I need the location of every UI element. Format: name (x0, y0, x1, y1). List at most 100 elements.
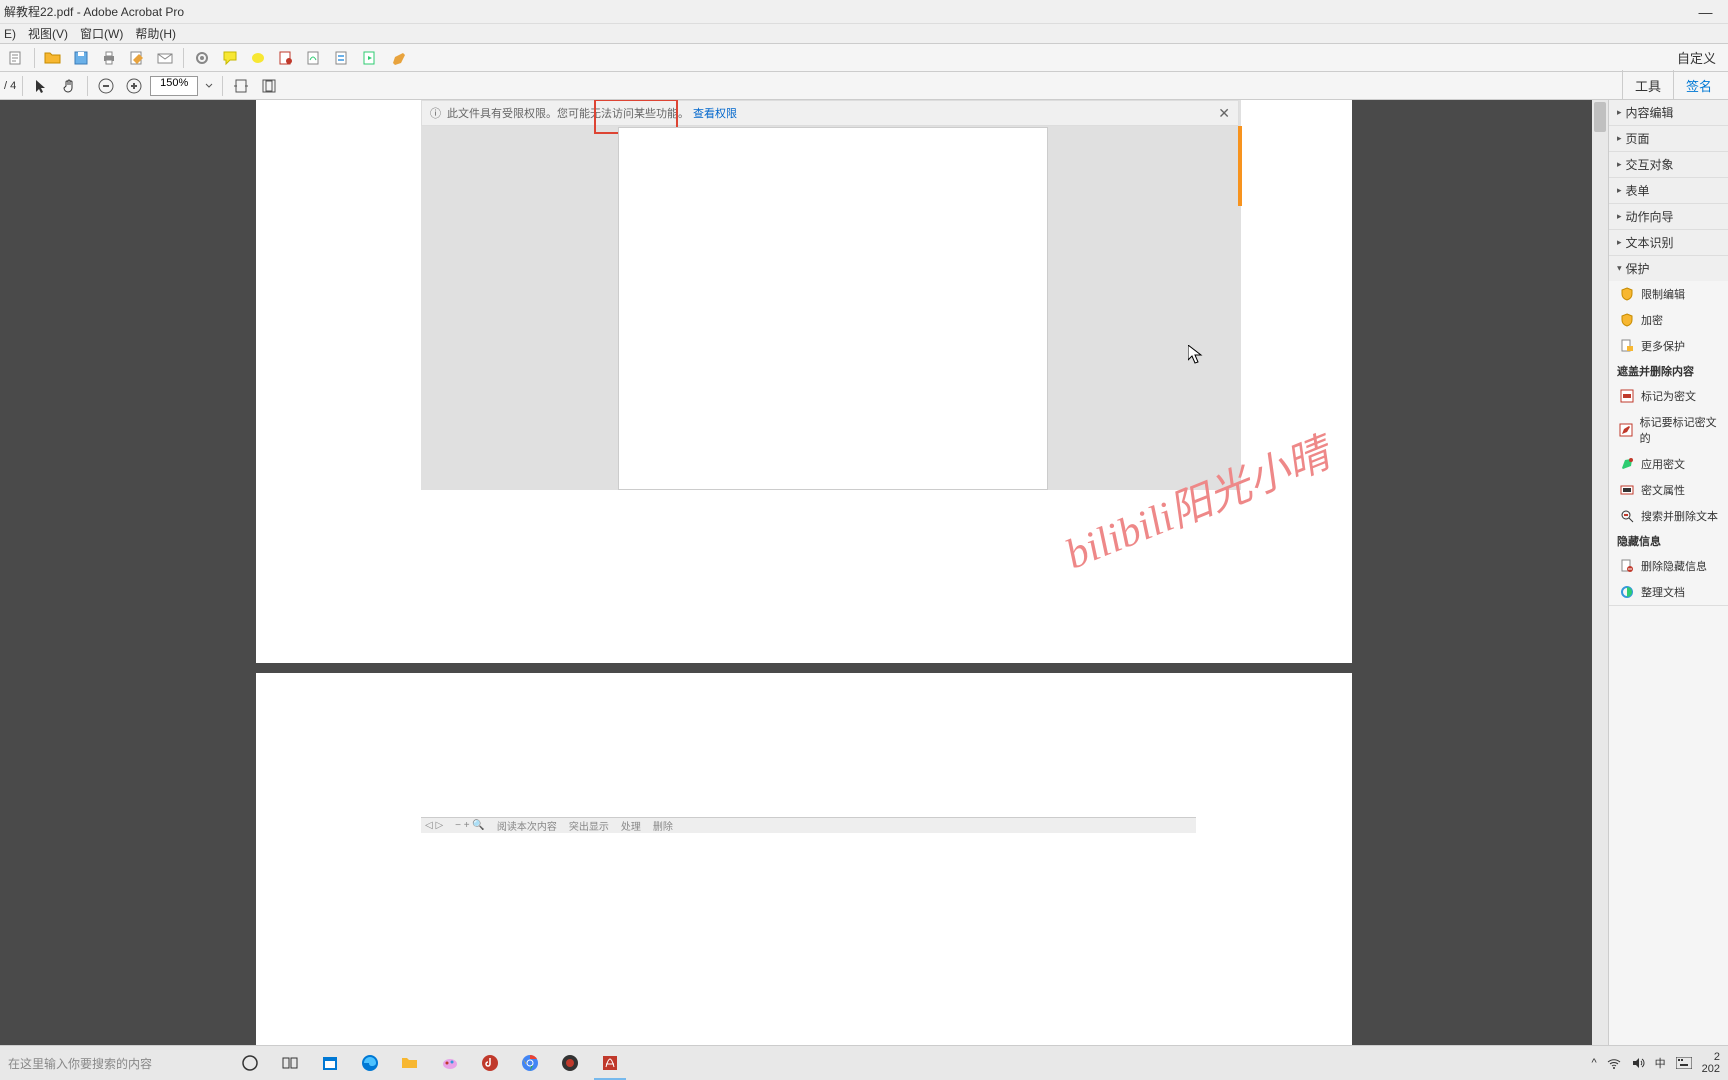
page-total: / 4 (4, 80, 16, 92)
minimize-button[interactable]: — (1683, 0, 1728, 24)
shield-icon (1619, 286, 1635, 302)
mini-read[interactable]: 阅读本次内容 (497, 818, 557, 833)
edit-text-button[interactable] (386, 46, 410, 70)
search-remove-item[interactable]: 搜索并删除文本 (1609, 503, 1728, 529)
more-protect-item[interactable]: 更多保护 (1609, 333, 1728, 359)
redact-props-icon (1619, 482, 1635, 498)
fit-page-button[interactable] (257, 74, 281, 98)
redact-subheader: 遮盖并删除内容 (1609, 359, 1728, 383)
tray-time[interactable]: 2 (1702, 1051, 1720, 1063)
mini-toolbar: ◁ ▷ − + 🔍 阅读本次内容 突出显示 处理 删除 (421, 817, 1196, 833)
highlight-button[interactable] (246, 46, 270, 70)
create-pdf-button[interactable] (4, 46, 28, 70)
encrypt-item[interactable]: 加密 (1609, 307, 1728, 333)
inner-scroll-indicator (1238, 126, 1242, 206)
content-area: ⓘ 此文件具有受限权限。您可能无法访问某些功能。 查看权限 ✕ bilibili… (0, 100, 1728, 1045)
multimedia-button[interactable] (358, 46, 382, 70)
permission-notification: ⓘ 此文件具有受限权限。您可能无法访问某些功能。 查看权限 ✕ (421, 100, 1239, 126)
section-action-wizard[interactable]: ▸动作向导 (1609, 204, 1728, 229)
notification-text: 此文件具有受限权限。您可能无法访问某些功能。 (447, 105, 689, 121)
section-protect[interactable]: ▸保护 (1609, 256, 1728, 281)
mini-other1[interactable]: 处理 (621, 818, 641, 833)
keyboard-icon[interactable] (1676, 1057, 1692, 1069)
tray-date[interactable]: 202 (1702, 1063, 1720, 1075)
redact-pen-icon (1619, 422, 1634, 438)
record-icon[interactable] (550, 1046, 590, 1080)
zoom-dropdown[interactable] (202, 74, 216, 98)
sanitize-icon (1619, 584, 1635, 600)
zoom-out-button[interactable] (94, 74, 118, 98)
volume-icon[interactable] (1631, 1056, 1645, 1070)
inner-document-preview (618, 127, 1048, 490)
mark-redaction-item[interactable]: 标记为密文 (1609, 383, 1728, 409)
remove-hidden-item[interactable]: 删除隐藏信息 (1609, 553, 1728, 579)
mini-zoom[interactable]: − + 🔍 (455, 820, 485, 831)
tab-tools[interactable]: 工具 (1622, 70, 1673, 101)
zoom-select[interactable]: 150% (150, 76, 198, 96)
fit-width-button[interactable] (229, 74, 253, 98)
hand-tool[interactable] (57, 74, 81, 98)
gear-button[interactable] (190, 46, 214, 70)
notification-close[interactable]: ✕ (1218, 105, 1230, 122)
comment-button[interactable] (218, 46, 242, 70)
sanitize-item[interactable]: 整理文档 (1609, 579, 1728, 605)
form-button[interactable] (330, 46, 354, 70)
main-toolbar: 自定义 (0, 44, 1728, 72)
file-explorer-icon[interactable] (390, 1046, 430, 1080)
mini-page-nav[interactable]: ◁ ▷ (425, 820, 443, 831)
cortana-icon[interactable] (230, 1046, 270, 1080)
acrobat-taskbar-icon[interactable] (590, 1046, 630, 1080)
section-pages[interactable]: ▸页面 (1609, 126, 1728, 151)
stamp-button[interactable] (274, 46, 298, 70)
edit-button[interactable] (125, 46, 149, 70)
section-interactive[interactable]: ▸交互对象 (1609, 152, 1728, 177)
paint-icon[interactable] (430, 1046, 470, 1080)
tab-sign[interactable]: 签名 (1673, 70, 1724, 101)
mini-other2[interactable]: 删除 (653, 818, 673, 833)
taskbar-search[interactable]: 在这里输入你要搜索的内容 (0, 1046, 230, 1080)
menu-help[interactable]: 帮助(H) (135, 25, 176, 42)
apply-redact-icon (1619, 456, 1635, 472)
title-bar: 解教程22.pdf - Adobe Acrobat Pro — (0, 0, 1728, 24)
pdf-page-2 (256, 673, 1352, 1045)
system-tray: ^ 中 2 202 (1591, 1051, 1728, 1075)
menu-view[interactable]: 视图(V) (28, 25, 68, 42)
customize-label[interactable]: 自定义 (1677, 48, 1724, 67)
section-forms[interactable]: ▸表单 (1609, 178, 1728, 203)
second-toolbar: / 4 150% 工具 签名 (0, 72, 1728, 100)
mini-highlight[interactable]: 突出显示 (569, 818, 609, 833)
menu-window[interactable]: 窗口(W) (80, 25, 123, 42)
hidden-subheader: 隐藏信息 (1609, 529, 1728, 553)
restrict-editing-item[interactable]: 限制编辑 (1609, 281, 1728, 307)
chrome-icon[interactable] (510, 1046, 550, 1080)
view-permissions-link[interactable]: 查看权限 (693, 105, 737, 121)
apply-redaction-item[interactable]: 应用密文 (1609, 451, 1728, 477)
calendar-icon[interactable] (310, 1046, 350, 1080)
info-icon: ⓘ (430, 105, 441, 121)
save-button[interactable] (69, 46, 93, 70)
scrollbar-thumb[interactable] (1594, 102, 1606, 132)
tray-chevron[interactable]: ^ (1591, 1057, 1596, 1069)
selection-tool[interactable] (29, 74, 53, 98)
redaction-props-item[interactable]: 密文属性 (1609, 477, 1728, 503)
tools-pane: ▸内容编辑 ▸页面 ▸交互对象 ▸表单 ▸动作向导 ▸文本识别 ▸保护 限制编辑… (1608, 100, 1728, 1045)
pdf-page-1: ⓘ 此文件具有受限权限。您可能无法访问某些功能。 查看权限 ✕ bilibili… (256, 100, 1352, 663)
print-button[interactable] (97, 46, 121, 70)
open-button[interactable] (41, 46, 65, 70)
netease-music-icon[interactable] (470, 1046, 510, 1080)
task-view-icon[interactable] (270, 1046, 310, 1080)
edge-icon[interactable] (350, 1046, 390, 1080)
vertical-scrollbar[interactable] (1592, 100, 1608, 1045)
sign-button[interactable] (302, 46, 326, 70)
document-viewport[interactable]: ⓘ 此文件具有受限权限。您可能无法访问某些功能。 查看权限 ✕ bilibili… (0, 100, 1608, 1045)
remove-hidden-icon (1619, 558, 1635, 574)
menu-edit[interactable]: E) (4, 27, 16, 41)
section-text-recognition[interactable]: ▸文本识别 (1609, 230, 1728, 255)
wifi-icon[interactable] (1607, 1056, 1621, 1070)
email-button[interactable] (153, 46, 177, 70)
zoom-in-button[interactable] (122, 74, 146, 98)
section-content-edit[interactable]: ▸内容编辑 (1609, 100, 1728, 125)
ime-indicator[interactable]: 中 (1655, 1055, 1666, 1071)
mark-for-redaction-item[interactable]: 标记要标记密文的 (1609, 409, 1728, 451)
redact-mark-icon (1619, 388, 1635, 404)
